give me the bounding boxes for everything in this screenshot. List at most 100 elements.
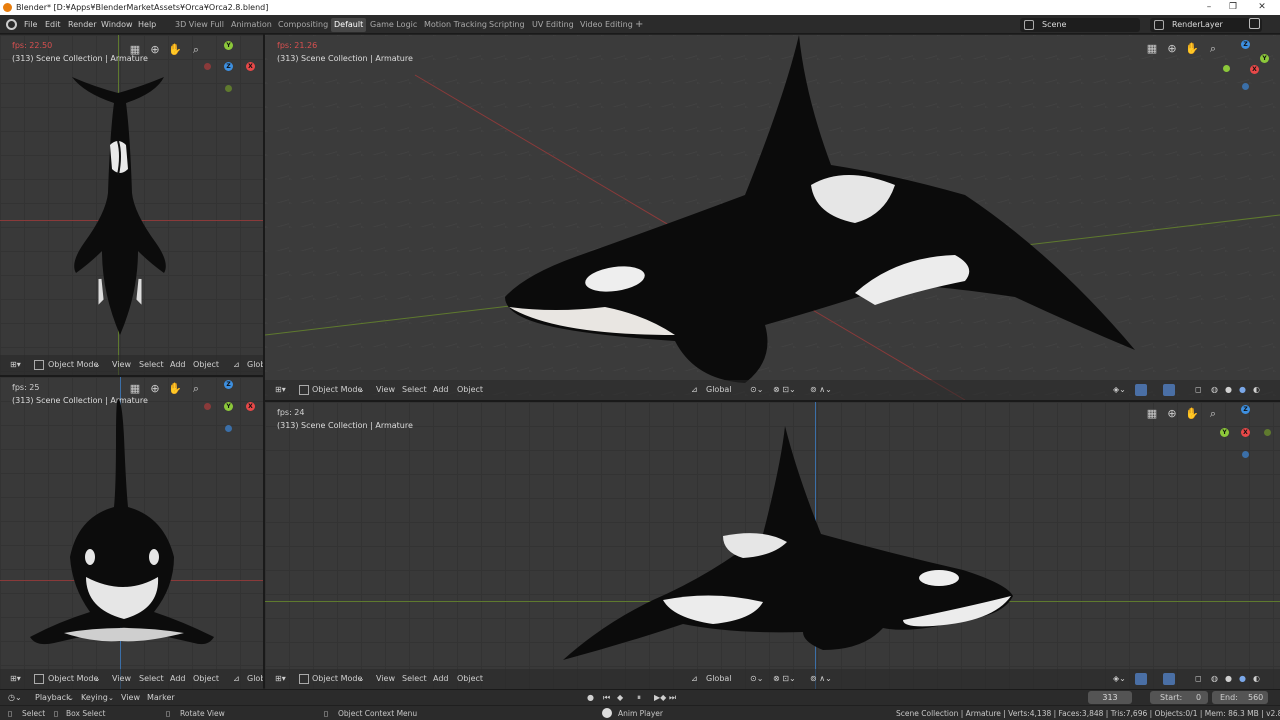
shading-wireframe-icon[interactable]: ◍: [1211, 674, 1218, 683]
camera-icon[interactable]: ⊕: [148, 382, 162, 396]
proportional-editing-icon[interactable]: ⊚ ∧⌄: [810, 674, 832, 683]
menu-file[interactable]: File: [24, 19, 37, 31]
mode-dropdown[interactable]: Object Mode: [312, 674, 362, 683]
record-icon[interactable]: ●: [587, 693, 594, 702]
shading-rendered-icon[interactable]: ◐: [1253, 385, 1260, 394]
menu-add[interactable]: Add: [170, 674, 186, 683]
jump-start-icon[interactable]: ⏮: [603, 693, 610, 703]
overlay-toggle-icon[interactable]: [1163, 384, 1175, 396]
menu-select[interactable]: Select: [139, 674, 164, 683]
shading-material-icon[interactable]: ●: [1239, 385, 1246, 394]
area-separator[interactable]: [0, 375, 263, 377]
anim-player-label[interactable]: Anim Player: [618, 709, 663, 718]
camera-icon[interactable]: ⊕: [1165, 42, 1179, 56]
transform-orientation[interactable]: Glob: [247, 360, 263, 369]
transform-orientation[interactable]: Global: [706, 674, 732, 683]
gizmo-x[interactable]: X: [1241, 428, 1250, 437]
menu-add[interactable]: Add: [433, 674, 449, 683]
menu-select[interactable]: Select: [402, 674, 427, 683]
gizmo-z[interactable]: Z: [224, 62, 233, 71]
shading-wireframe-icon[interactable]: ◍: [1211, 385, 1218, 394]
overlay-toggle-icon[interactable]: [1163, 673, 1175, 685]
close-button[interactable]: ✕: [1248, 0, 1276, 15]
tab-uv-editing[interactable]: UV Editing: [532, 19, 574, 31]
marker-menu[interactable]: Marker: [147, 693, 175, 702]
menu-select[interactable]: Select: [139, 360, 164, 369]
tab-game-logic[interactable]: Game Logic: [370, 19, 417, 31]
menu-view[interactable]: View: [112, 360, 131, 369]
hand-pan-icon[interactable]: ✋: [168, 43, 182, 57]
keying-menu[interactable]: Keying: [81, 693, 108, 702]
visibility-icon[interactable]: ◈⌄: [1113, 385, 1126, 394]
gizmo-y[interactable]: Y: [1260, 54, 1269, 63]
mode-dropdown[interactable]: Object Mode: [48, 674, 98, 683]
gizmo-y[interactable]: Y: [224, 41, 233, 50]
blender-menu-icon[interactable]: [6, 19, 17, 30]
camera-icon[interactable]: ⊕: [148, 43, 162, 57]
grid-toggle-icon[interactable]: ▦: [1145, 407, 1159, 421]
render-layer-selector[interactable]: RenderLayer: [1150, 18, 1262, 32]
gizmo-z[interactable]: Z: [1241, 405, 1250, 414]
cancel-icon[interactable]: [602, 708, 612, 718]
xray-icon[interactable]: ◻: [1195, 385, 1202, 394]
gizmo-z[interactable]: Z: [1241, 40, 1250, 49]
start-frame-field[interactable]: Start: 0: [1150, 691, 1208, 704]
tab-motion-tracking[interactable]: Motion Tracking: [424, 19, 487, 31]
hand-pan-icon[interactable]: ✋: [1185, 42, 1199, 56]
navigation-gizmo[interactable]: Z Y X: [1220, 40, 1276, 96]
transform-orientation[interactable]: Global: [706, 385, 732, 394]
menu-edit[interactable]: Edit: [45, 19, 61, 31]
menu-view[interactable]: View: [112, 674, 131, 683]
menu-add[interactable]: Add: [433, 385, 449, 394]
tab-default[interactable]: Default: [331, 18, 367, 32]
add-workspace-button[interactable]: +: [635, 19, 643, 31]
visibility-icon[interactable]: ◈⌄: [1113, 674, 1126, 683]
tab-compositing[interactable]: Compositing: [278, 19, 328, 31]
gizmo-toggle-icon[interactable]: [1135, 384, 1147, 396]
menu-view[interactable]: View: [376, 674, 395, 683]
viewport-top-left[interactable]: fps: 22.50 (313) Scene Collection | Arma…: [0, 35, 263, 375]
tab-scripting[interactable]: Scripting: [489, 19, 525, 31]
gizmo-neg-x[interactable]: [204, 63, 211, 70]
shading-material-icon[interactable]: ●: [1239, 674, 1246, 683]
menu-window[interactable]: Window: [101, 19, 133, 31]
gizmo-x[interactable]: X: [246, 62, 255, 71]
new-layer-icon[interactable]: [1249, 18, 1260, 29]
playback-menu[interactable]: Playback: [35, 693, 71, 702]
maximize-button[interactable]: ❐: [1219, 0, 1247, 15]
editor-type-icon[interactable]: ⊞▾: [10, 674, 21, 683]
viewport-bottom-right[interactable]: fps: 24 (313) Scene Collection | Armatur…: [265, 402, 1280, 689]
viewport-bottom-left[interactable]: fps: 25 (313) Scene Collection | Armatur…: [0, 377, 263, 689]
gizmo-x[interactable]: X: [246, 402, 255, 411]
xray-icon[interactable]: ◻: [1195, 674, 1202, 683]
shading-solid-icon[interactable]: ●: [1225, 385, 1232, 394]
menu-object[interactable]: Object: [457, 385, 483, 394]
tab-3d-view-full[interactable]: 3D View Full: [175, 19, 224, 31]
grid-toggle-icon[interactable]: ▦: [1145, 42, 1159, 56]
snap-icon[interactable]: ⊗ ⊡⌄: [773, 385, 796, 394]
tab-animation[interactable]: Animation: [231, 19, 272, 31]
timeline-editor-icon[interactable]: ◷⌄: [8, 693, 22, 702]
hand-pan-icon[interactable]: ✋: [168, 382, 182, 396]
gizmo-neg-z[interactable]: [225, 425, 232, 432]
timeline-view-menu[interactable]: View: [121, 693, 140, 702]
navigation-gizmo[interactable]: Z X Y: [1218, 405, 1278, 461]
pivot-point-icon[interactable]: ⊙⌄: [750, 385, 763, 394]
mode-dropdown[interactable]: Object Mode: [48, 360, 98, 369]
scene-selector[interactable]: Scene: [1020, 18, 1140, 32]
editor-type-icon[interactable]: ⊞▾: [275, 674, 286, 683]
gizmo-y[interactable]: Y: [1220, 428, 1229, 437]
tab-video-editing[interactable]: Video Editing: [580, 19, 633, 31]
gizmo-y[interactable]: Y: [224, 402, 233, 411]
menu-view[interactable]: View: [376, 385, 395, 394]
menu-render[interactable]: Render: [68, 19, 96, 31]
grid-toggle-icon[interactable]: ▦: [128, 43, 142, 57]
gizmo-x[interactable]: X: [1250, 65, 1259, 74]
gizmo-toggle-icon[interactable]: [1135, 673, 1147, 685]
current-frame-field[interactable]: 313: [1088, 691, 1132, 704]
menu-object[interactable]: Object: [193, 360, 219, 369]
prev-keyframe-icon[interactable]: ◆: [617, 693, 623, 702]
end-frame-field[interactable]: End: 560: [1212, 691, 1268, 704]
grid-toggle-icon[interactable]: ▦: [128, 382, 142, 396]
editor-type-icon[interactable]: ⊞▾: [10, 360, 21, 369]
